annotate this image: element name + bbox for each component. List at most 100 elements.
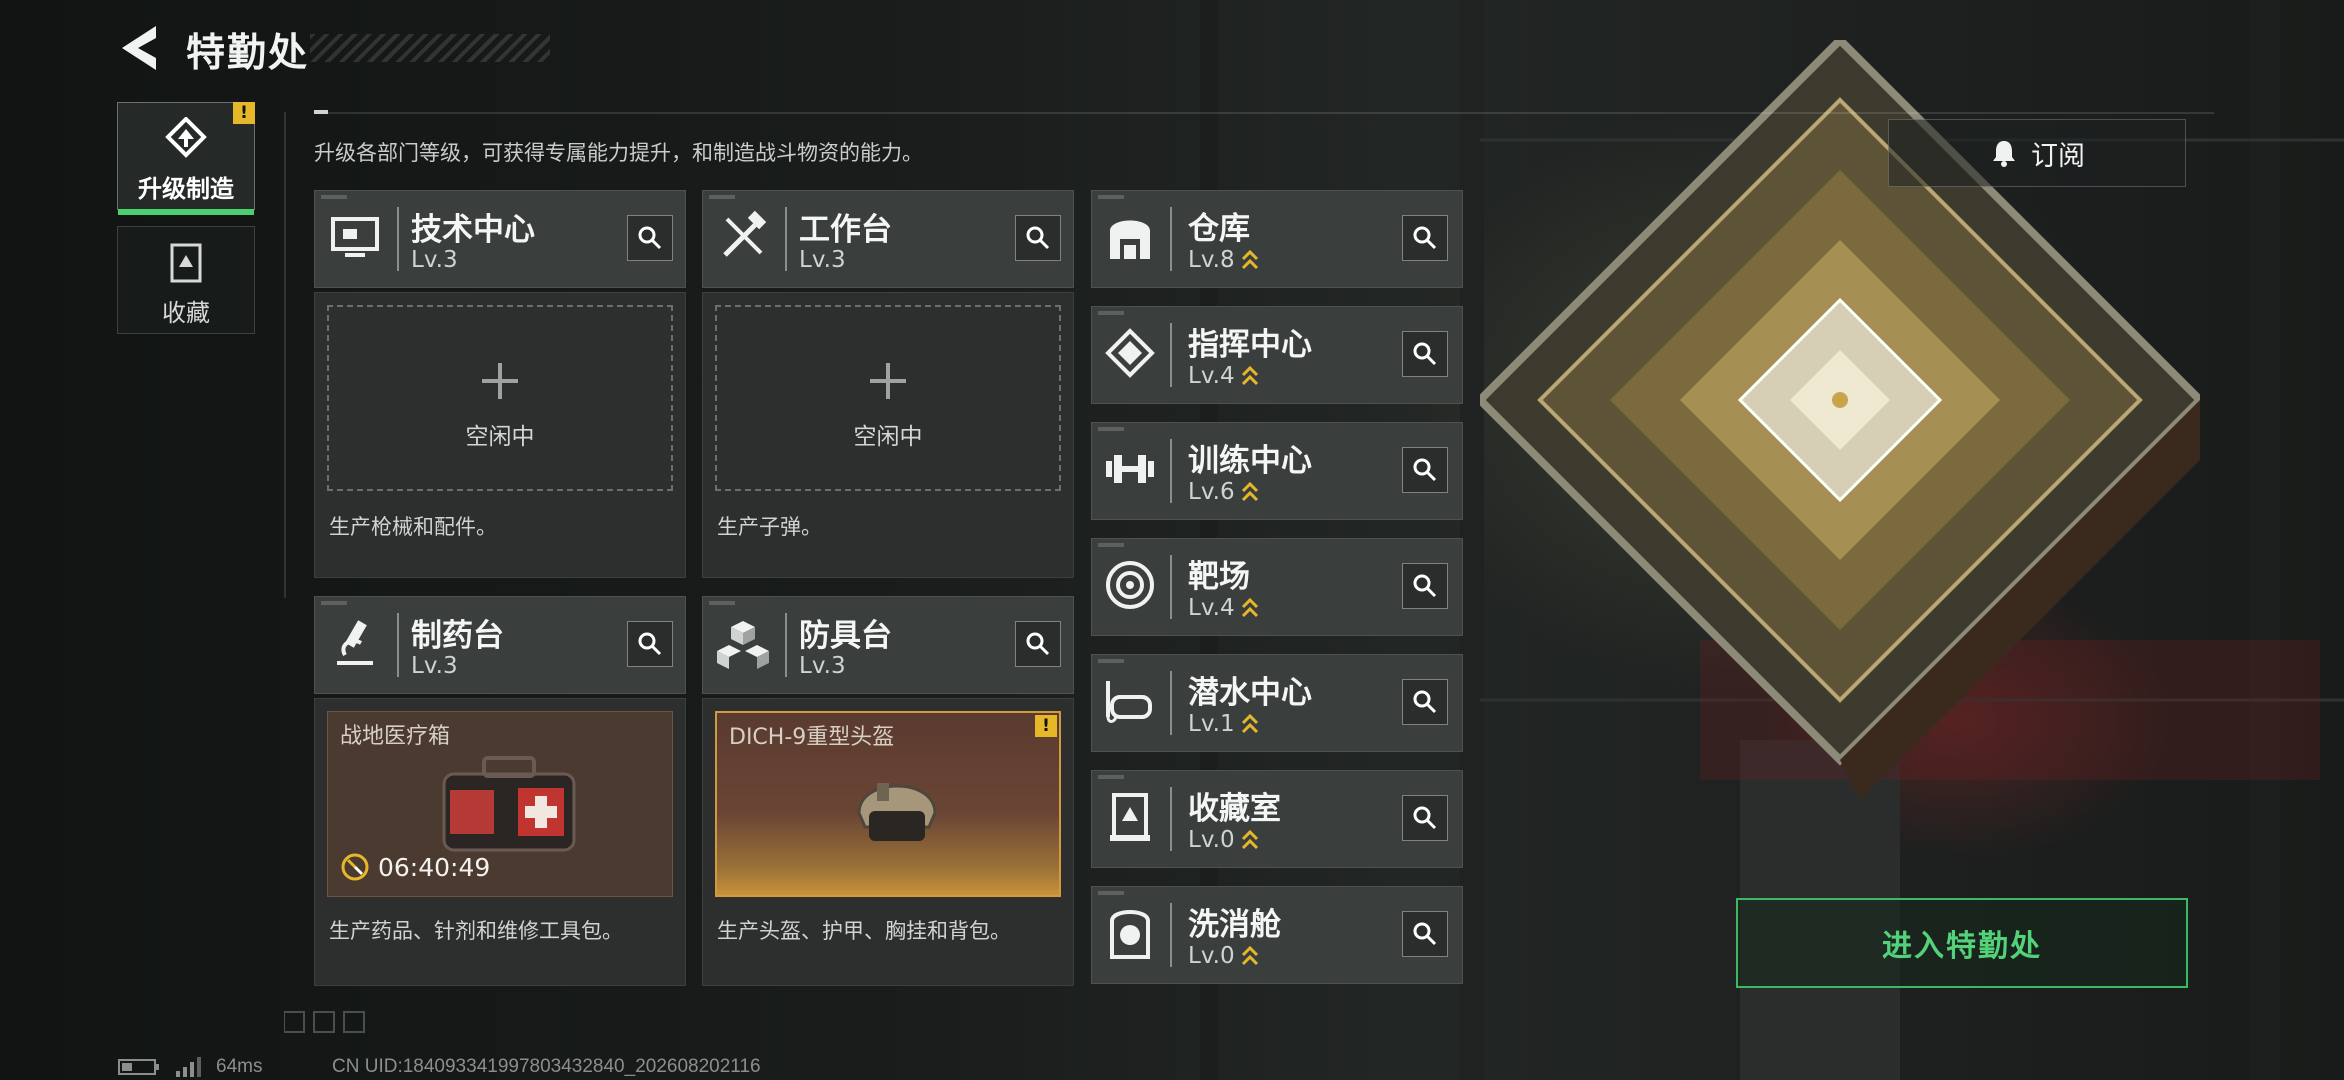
- decorative-marks: [284, 1011, 365, 1033]
- level-text: Lv.3: [799, 247, 846, 273]
- level-text: Lv.4: [1188, 595, 1235, 621]
- subscribe-button[interactable]: 订阅: [1888, 119, 2186, 187]
- level-text: Lv.1: [1188, 711, 1235, 737]
- computer-icon: [331, 217, 379, 257]
- separator: [785, 613, 787, 677]
- separator: [397, 207, 399, 271]
- corner-mark: [709, 601, 735, 605]
- search-button[interactable]: [1402, 911, 1448, 957]
- upgrade-arrow-icon: [1241, 829, 1258, 850]
- facility-decontamination[interactable]: 洗消舱 Lv.0: [1091, 886, 1463, 984]
- facility-level: Lv.8: [1188, 247, 1259, 273]
- station-pharmacy[interactable]: 制药台 Lv.3: [314, 596, 686, 694]
- facility-level: Lv.1: [1188, 711, 1259, 737]
- search-button[interactable]: [627, 621, 673, 667]
- idle-slot[interactable]: 空闲中: [715, 305, 1061, 491]
- decontamination-icon: [1110, 910, 1150, 959]
- tab-collection[interactable]: 收藏: [117, 226, 255, 334]
- microscope-icon: [337, 620, 373, 665]
- search-icon: [1413, 458, 1437, 482]
- facility-collection-room[interactable]: 收藏室 Lv.0: [1091, 770, 1463, 868]
- search-icon: [1026, 632, 1050, 656]
- idle-slot[interactable]: 空闲中: [327, 305, 673, 491]
- search-icon: [1026, 226, 1050, 250]
- production-slot[interactable]: 战地医疗箱 06:40:49: [327, 711, 673, 897]
- level-text: Lv.0: [1188, 943, 1235, 969]
- station-name: 防具台: [799, 618, 892, 654]
- corner-mark: [1098, 543, 1124, 547]
- tab-upgrade-manufacture[interactable]: 升级制造 !: [117, 102, 255, 215]
- search-button[interactable]: [627, 215, 673, 261]
- production-slot[interactable]: DICH-9重型头盔 !: [715, 711, 1061, 897]
- upgrade-arrow-icon: [1241, 249, 1258, 270]
- station-description: 生产子弹。: [717, 515, 822, 539]
- search-icon: [1413, 574, 1437, 598]
- station-tech-body: 空闲中 生产枪械和配件。: [314, 292, 686, 578]
- station-level: Lv.3: [411, 653, 458, 679]
- frame-divider-mark: [314, 110, 328, 114]
- station-tech-center[interactable]: 技术中心 Lv.3: [314, 190, 686, 288]
- search-button[interactable]: [1402, 679, 1448, 725]
- upgrade-arrow-icon: [1241, 481, 1258, 502]
- corner-mark: [1098, 891, 1124, 895]
- upgrade-icon: [165, 116, 207, 158]
- tools-icon: [723, 210, 767, 257]
- plus-icon: [870, 363, 906, 399]
- station-armor[interactable]: 防具台 Lv.3: [702, 596, 1074, 694]
- search-button[interactable]: [1015, 215, 1061, 261]
- facility-name: 仓库: [1188, 211, 1250, 247]
- station-level: Lv.3: [799, 653, 846, 679]
- alert-badge: !: [1035, 715, 1057, 737]
- search-button[interactable]: [1402, 331, 1448, 377]
- corner-mark: [321, 195, 347, 199]
- facility-name: 收藏室: [1188, 791, 1281, 827]
- facility-shooting-range[interactable]: 靶场 Lv.4: [1091, 538, 1463, 636]
- back-arrow-icon[interactable]: [118, 24, 160, 72]
- tab-label: 收藏: [162, 299, 210, 327]
- command-icon: [1105, 328, 1155, 378]
- page-description: 升级各部门等级，可获得专属能力提升，和制造战斗物资的能力。: [314, 141, 923, 165]
- enter-special-ops-button[interactable]: 进入特勤处: [1736, 898, 2188, 988]
- facility-diving-center[interactable]: 潜水中心 Lv.1: [1091, 654, 1463, 752]
- facility-level: Lv.0: [1188, 827, 1259, 853]
- title-decoration: [310, 34, 550, 62]
- search-button[interactable]: [1402, 563, 1448, 609]
- search-icon: [638, 226, 662, 250]
- subscribe-label: 订阅: [2031, 140, 2085, 172]
- facility-level: Lv.0: [1188, 943, 1259, 969]
- corner-mark: [1098, 659, 1124, 663]
- search-button[interactable]: [1402, 215, 1448, 261]
- page-title: 特勤处: [186, 31, 310, 76]
- collection-icon: [1110, 793, 1150, 841]
- separator: [1170, 439, 1172, 503]
- level-text: Lv.3: [799, 653, 846, 679]
- search-button[interactable]: [1402, 795, 1448, 841]
- station-name: 工作台: [799, 212, 892, 248]
- corner-mark: [1098, 775, 1124, 779]
- facility-training-center[interactable]: 训练中心 Lv.6: [1091, 422, 1463, 520]
- level-text: Lv.6: [1188, 479, 1235, 505]
- active-tab-indicator: [118, 209, 254, 215]
- separator: [1170, 555, 1172, 619]
- station-level: Lv.3: [799, 247, 846, 273]
- upgrade-arrow-icon: [1241, 945, 1258, 966]
- dumbbell-icon: [1106, 455, 1154, 483]
- upgrade-arrow-icon: [1241, 365, 1258, 386]
- station-workbench[interactable]: 工作台 Lv.3: [702, 190, 1074, 288]
- separator: [1170, 671, 1172, 735]
- search-button[interactable]: [1402, 447, 1448, 493]
- facility-name: 洗消舱: [1188, 907, 1281, 943]
- helmet-image: [857, 783, 937, 841]
- plus-icon: [482, 363, 518, 399]
- station-pharmacy-body: 战地医疗箱 06:40:49 生产药品、针剂和维修工具包。: [314, 698, 686, 986]
- facility-warehouse[interactable]: 仓库 Lv.8: [1091, 190, 1463, 288]
- tab-label: 升级制造: [138, 175, 234, 203]
- alert-badge: !: [233, 102, 255, 124]
- level-text: Lv.4: [1188, 363, 1235, 389]
- status-bar: 64ms: [118, 1056, 262, 1078]
- separator: [1170, 207, 1172, 271]
- timer-text: 06:40:49: [378, 852, 491, 882]
- station-armor-body: DICH-9重型头盔 ! 生产头盔、护甲、胸挂和背包。: [702, 698, 1074, 986]
- search-button[interactable]: [1015, 621, 1061, 667]
- facility-command-center[interactable]: 指挥中心 Lv.4: [1091, 306, 1463, 404]
